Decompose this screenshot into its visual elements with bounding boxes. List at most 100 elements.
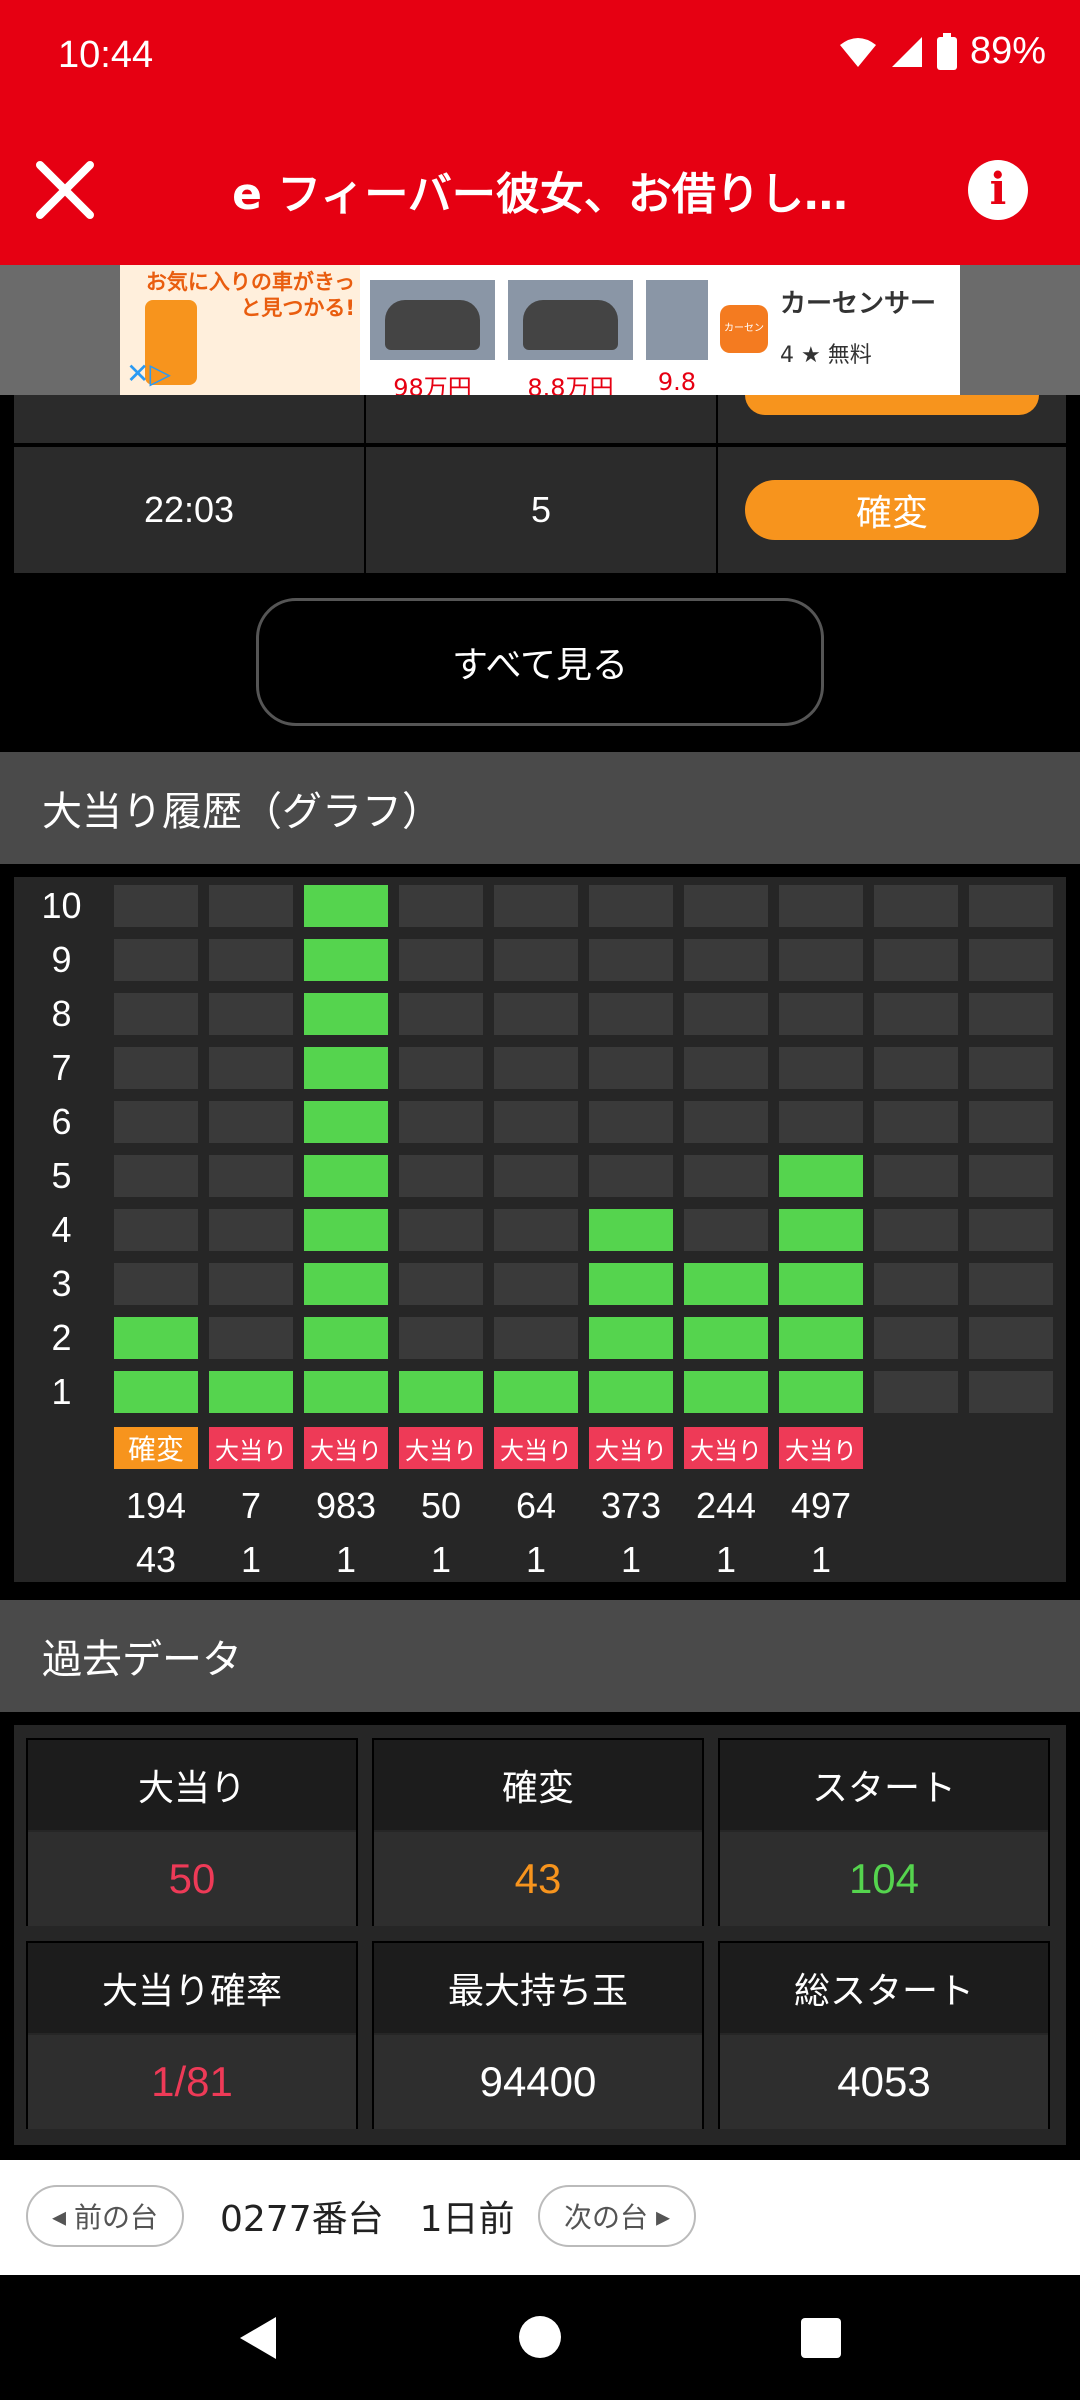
graph-bar-cell <box>589 1263 673 1305</box>
stat-max-balls: 最大持ち玉 94400 <box>372 1941 704 2129</box>
graph-empty-cell <box>874 1317 958 1359</box>
stat-value: 50 <box>28 1832 356 1926</box>
graph-empty-cell <box>399 885 483 927</box>
graph-empty-cell <box>399 1155 483 1197</box>
graph-empty-cell <box>494 1047 578 1089</box>
graph-round-count: 1 <box>240 1539 262 1580</box>
next-machine-button[interactable]: 次の台 ▸ <box>538 2185 696 2247</box>
ad-app-name: カーセンサー <box>780 289 937 319</box>
graph-empty-cell <box>209 1101 293 1143</box>
stat-start: スタート 104 <box>718 1738 1050 1926</box>
graph-empty-cell <box>874 1101 958 1143</box>
graph-empty-cell <box>399 1209 483 1251</box>
next-label: 次の台 <box>563 2201 648 2234</box>
wifi-icon <box>839 37 876 67</box>
graph-bar-cell <box>304 1101 388 1143</box>
graph-empty-cell <box>589 1155 673 1197</box>
history-table: 22:03 5 確変 <box>14 395 1066 575</box>
graph-bar-cell <box>779 1209 863 1251</box>
system-nav-bar <box>0 2275 1080 2400</box>
ad-area: お気に入りの車がきっと見つかる! 98万円 8.8万円 9.8万 カーセンサー … <box>0 265 1080 395</box>
graph-start-count: 983 <box>315 1485 377 1526</box>
table-row[interactable]: 22:03 5 確変 <box>14 447 1066 575</box>
row-count: 5 <box>366 447 718 573</box>
graph-bar-cell <box>589 1371 673 1413</box>
graph-empty-cell <box>684 1155 768 1197</box>
ad-price: 8.8万円 <box>508 368 633 395</box>
ad-price: 98万円 <box>370 368 495 395</box>
graph-empty-cell <box>114 1263 198 1305</box>
ad-app-icon: カーセンサー <box>720 305 768 382</box>
status-bar: 10:44 89% <box>0 0 1080 115</box>
stat-value: 94400 <box>374 2035 702 2129</box>
stat-label: 大当り確率 <box>28 1943 356 2033</box>
graph-type-badge: 確変 <box>114 1427 198 1469</box>
close-icon[interactable] <box>30 155 100 225</box>
stat-total-start: 総スタート 4053 <box>718 1941 1050 2129</box>
graph-bar-cell <box>684 1263 768 1305</box>
ad-choices-icon[interactable]: ✕▷ <box>126 357 171 390</box>
graph-empty-cell <box>874 1209 958 1251</box>
page-title: e フィーバー彼女、お借りし… <box>232 169 848 220</box>
graph-empty-cell <box>114 1047 198 1089</box>
graph-empty-cell <box>399 1263 483 1305</box>
graph-round-count: 1 <box>335 1539 357 1580</box>
see-all-button[interactable]: すべて見る <box>256 598 824 726</box>
prev-machine-button[interactable]: ◂ 前の台 <box>26 2185 184 2247</box>
graph-empty-cell <box>969 1263 1053 1305</box>
stat-jackpot-probability: 大当り確率 1/81 <box>26 1941 358 2129</box>
graph-round-count: 1 <box>810 1539 832 1580</box>
graph-type-badge: 大当り <box>494 1427 578 1469</box>
stat-label: 大当り <box>28 1740 356 1830</box>
graph-empty-cell <box>114 1101 198 1143</box>
jackpot-history-graph: 10 9 8 7 6 5 4 3 2 1 確変 194 43 大当り 7 1 大当り 983 1 大当り 50 1 大当り 6… <box>14 877 1066 1582</box>
graph-round-count: 43 <box>135 1539 177 1580</box>
stat-jackpot: 大当り 50 <box>26 1738 358 1926</box>
graph-empty-cell <box>684 939 768 981</box>
graph-empty-cell <box>114 885 198 927</box>
graph-empty-cell <box>494 1155 578 1197</box>
graph-empty-cell <box>589 885 673 927</box>
graph-type-badge: 大当り <box>399 1427 483 1469</box>
graph-bar-cell <box>304 1209 388 1251</box>
caret-right-icon: ▸ <box>655 2199 671 2233</box>
graph-empty-cell <box>494 1209 578 1251</box>
recents-icon[interactable] <box>800 2317 842 2359</box>
past-data-grid: 大当り 50 確変 43 スタート 104 大当り確率 1/81 最大持ち玉 9… <box>14 1725 1066 2145</box>
graph-round-count: 1 <box>525 1539 547 1580</box>
past-section-header: 過去データ <box>0 1600 1080 1712</box>
graph-bar-cell <box>779 1317 863 1359</box>
graph-empty-cell <box>969 993 1053 1035</box>
back-icon[interactable] <box>236 2315 280 2361</box>
graph-empty-cell <box>969 1371 1053 1413</box>
graph-empty-cell <box>399 1317 483 1359</box>
graph-empty-cell <box>494 939 578 981</box>
graph-empty-cell <box>209 1317 293 1359</box>
graph-empty-cell <box>589 1047 673 1089</box>
graph-bar-cell <box>304 1317 388 1359</box>
graph-bar-cell <box>304 993 388 1035</box>
home-icon[interactable] <box>518 2315 562 2359</box>
graph-bar-cell <box>589 1209 673 1251</box>
graph-empty-cell <box>969 1209 1053 1251</box>
graph-type-badge: 大当り <box>304 1427 388 1469</box>
graph-empty-cell <box>494 993 578 1035</box>
ad-banner[interactable]: お気に入りの車がきっと見つかる! 98万円 8.8万円 9.8万 カーセンサー … <box>120 265 960 395</box>
stat-value: 104 <box>720 1832 1048 1926</box>
status-time: 10:44 <box>58 34 154 76</box>
graph-empty-cell <box>874 1047 958 1089</box>
y-axis-label: 2 <box>51 1317 72 1358</box>
graph-bar-cell <box>304 939 388 981</box>
y-axis-label: 10 <box>41 885 82 926</box>
section-title: 大当り履歴（グラフ） <box>42 789 442 835</box>
graph-empty-cell <box>684 1047 768 1089</box>
table-row <box>14 395 1066 445</box>
graph-empty-cell <box>684 1101 768 1143</box>
info-icon[interactable]: i <box>968 160 1028 220</box>
graph-bar-cell <box>399 1371 483 1413</box>
y-axis-label: 1 <box>51 1371 72 1412</box>
stat-label: スタート <box>720 1740 1048 1830</box>
graph-bar-cell <box>304 1155 388 1197</box>
graph-empty-cell <box>969 1101 1053 1143</box>
signal-icon <box>891 36 922 67</box>
